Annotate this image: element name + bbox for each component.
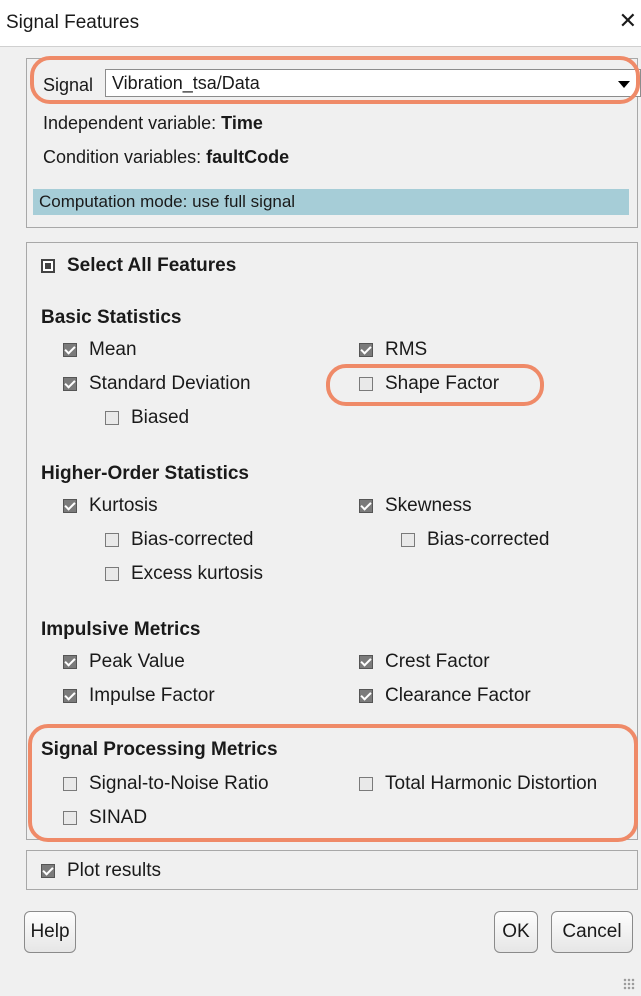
checkbox-unchecked-icon (401, 533, 415, 547)
signal-panel: Signal Vibration_tsa/Data Independent va… (26, 58, 641, 228)
biased-label: Biased (131, 407, 190, 428)
ok-button[interactable]: OK (494, 911, 538, 953)
close-icon[interactable]: ✕ (619, 10, 637, 32)
excess-kurtosis-checkbox[interactable]: Excess kurtosis (105, 563, 263, 585)
impulse-factor-label: Impulse Factor (89, 685, 215, 706)
window-title: Signal Features (6, 12, 140, 33)
shape-factor-label: Shape Factor (385, 373, 500, 394)
select-all-checkbox[interactable]: Select All Features (41, 255, 236, 277)
kurtosis-label: Kurtosis (89, 495, 158, 516)
impulsive-metrics-heading: Impulsive Metrics (41, 619, 201, 640)
resize-grip-icon[interactable] (623, 978, 635, 990)
checkbox-unchecked-icon (359, 377, 373, 391)
checkbox-checked-icon (63, 499, 77, 513)
mean-label: Mean (89, 339, 137, 360)
sinad-label: SINAD (89, 807, 148, 828)
checkbox-unchecked-icon (63, 811, 77, 825)
crest-factor-label: Crest Factor (385, 651, 490, 672)
shape-factor-checkbox[interactable]: Shape Factor (359, 373, 499, 395)
chevron-down-icon (618, 81, 630, 88)
clearance-factor-checkbox[interactable]: Clearance Factor (359, 685, 531, 707)
checkbox-partial-icon (41, 259, 55, 273)
higher-order-statistics-heading: Higher-Order Statistics (41, 463, 249, 484)
checkbox-checked-icon (359, 689, 373, 703)
mean-checkbox[interactable]: Mean (63, 339, 137, 361)
checkbox-checked-icon (359, 655, 373, 669)
plot-results-label: Plot results (67, 860, 161, 881)
standard-deviation-label: Standard Deviation (89, 373, 251, 394)
signal-processing-metrics-heading: Signal Processing Metrics (41, 739, 278, 760)
snr-label: Signal-to-Noise Ratio (89, 773, 269, 794)
biased-checkbox[interactable]: Biased (105, 407, 189, 429)
checkbox-checked-icon (63, 689, 77, 703)
checkbox-checked-icon (41, 864, 55, 878)
checkbox-checked-icon (63, 377, 77, 391)
thd-label: Total Harmonic Distortion (385, 773, 598, 794)
skewness-bias-corrected-label: Bias-corrected (427, 529, 550, 550)
checkbox-unchecked-icon (105, 567, 119, 581)
checkbox-checked-icon (359, 499, 373, 513)
rms-checkbox[interactable]: RMS (359, 339, 427, 361)
independent-variable-label: Independent variable: (43, 113, 217, 133)
select-all-label: Select All Features (67, 255, 237, 276)
features-panel: Select All Features Basic Statistics Mea… (26, 242, 638, 840)
independent-variable: Independent variable: Time (43, 113, 263, 134)
title-bar: Signal Features ✕ (0, 0, 641, 47)
computation-mode-bar[interactable]: Computation mode: use full signal (33, 189, 629, 215)
kurtosis-bias-corrected-checkbox[interactable]: Bias-corrected (105, 529, 254, 551)
independent-variable-value: Time (221, 113, 263, 133)
checkbox-checked-icon (63, 655, 77, 669)
checkbox-checked-icon (63, 343, 77, 357)
skewness-checkbox[interactable]: Skewness (359, 495, 472, 517)
checkbox-unchecked-icon (63, 777, 77, 791)
clearance-factor-label: Clearance Factor (385, 685, 531, 706)
impulse-factor-checkbox[interactable]: Impulse Factor (63, 685, 215, 707)
checkbox-unchecked-icon (105, 533, 119, 547)
excess-kurtosis-label: Excess kurtosis (131, 563, 263, 584)
rms-label: RMS (385, 339, 428, 360)
condition-variables: Condition variables: faultCode (43, 147, 289, 168)
checkbox-unchecked-icon (105, 411, 119, 425)
kurtosis-checkbox[interactable]: Kurtosis (63, 495, 158, 517)
cancel-button[interactable]: Cancel (551, 911, 633, 953)
thd-checkbox[interactable]: Total Harmonic Distortion (359, 773, 597, 795)
basic-statistics-heading: Basic Statistics (41, 307, 182, 328)
kurtosis-bias-corrected-label: Bias-corrected (131, 529, 254, 550)
peak-value-label: Peak Value (89, 651, 185, 672)
signal-dropdown[interactable]: Vibration_tsa/Data (105, 69, 641, 97)
plot-results-panel: Plot results (26, 850, 638, 890)
signal-label: Signal (43, 75, 94, 95)
checkbox-checked-icon (359, 343, 373, 357)
snr-checkbox[interactable]: Signal-to-Noise Ratio (63, 773, 269, 795)
crest-factor-checkbox[interactable]: Crest Factor (359, 651, 490, 673)
condition-variables-value: faultCode (206, 147, 290, 167)
standard-deviation-checkbox[interactable]: Standard Deviation (63, 373, 251, 395)
sinad-checkbox[interactable]: SINAD (63, 807, 147, 829)
checkbox-unchecked-icon (359, 777, 373, 791)
condition-variables-label: Condition variables: (43, 147, 202, 167)
peak-value-checkbox[interactable]: Peak Value (63, 651, 185, 673)
skewness-bias-corrected-checkbox[interactable]: Bias-corrected (401, 529, 550, 551)
signal-dropdown-value: Vibration_tsa/Data (112, 73, 260, 93)
plot-results-checkbox[interactable]: Plot results (41, 860, 161, 882)
help-button[interactable]: Help (24, 911, 76, 953)
skewness-label: Skewness (385, 495, 472, 516)
